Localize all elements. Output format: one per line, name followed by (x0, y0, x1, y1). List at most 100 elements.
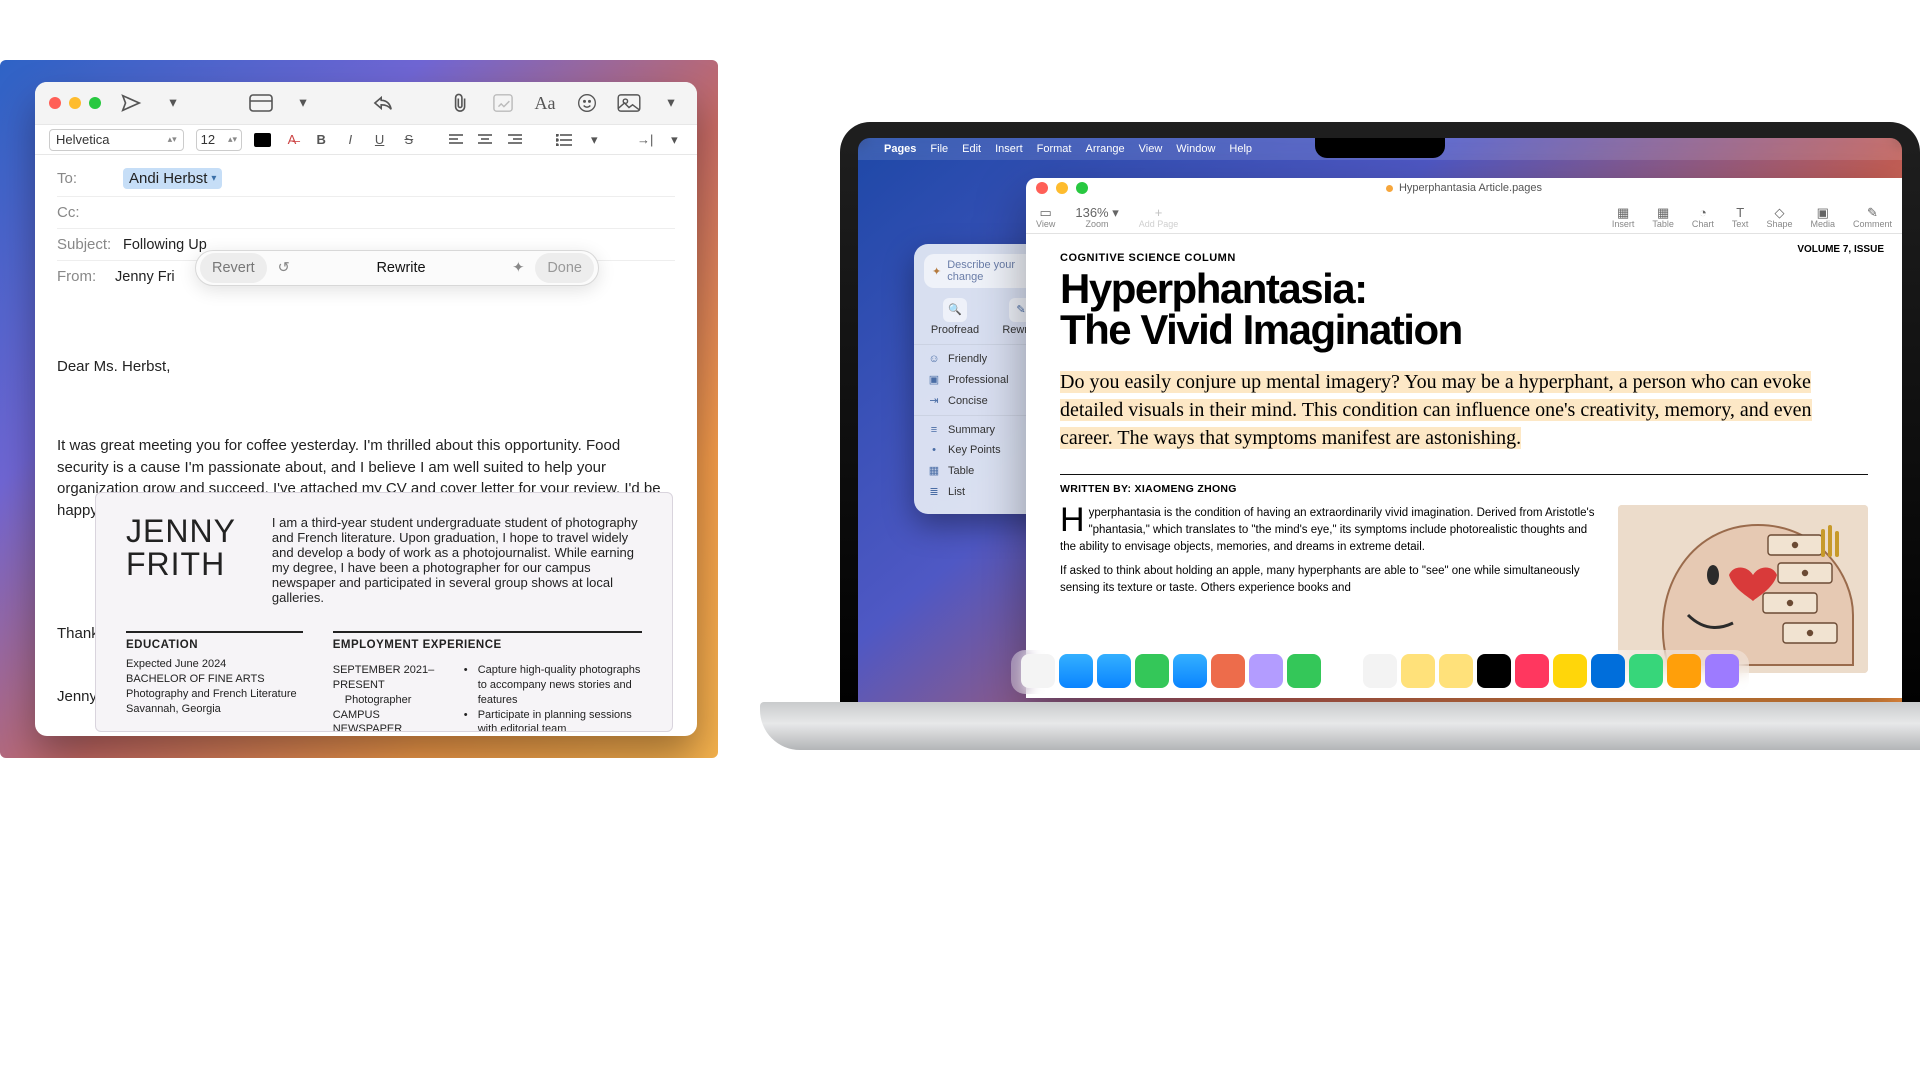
subject-label: Subject: (57, 236, 113, 253)
resume-bullets: Capture high-quality photographs to acco… (464, 663, 642, 732)
underline-icon[interactable]: U (371, 132, 388, 147)
window-traffic-lights[interactable] (1036, 182, 1088, 194)
toolbar-item[interactable]: ▭View (1036, 205, 1055, 229)
to-label: To: (57, 170, 113, 187)
minimize-icon[interactable] (69, 97, 81, 109)
toolbar-item[interactable]: ▣Media (1810, 205, 1835, 229)
window-traffic-lights[interactable] (49, 97, 101, 109)
chevron-down-icon[interactable]: ▾ (659, 91, 683, 115)
menubar-item[interactable]: Format (1037, 143, 1072, 155)
chevron-down-icon[interactable]: ▾ (586, 132, 603, 148)
menubar-item[interactable]: Edit (962, 143, 981, 155)
rewrite-button[interactable]: Rewrite (301, 253, 502, 283)
from-value: Jenny Fri (115, 269, 175, 285)
sparkle-icon[interactable]: ✦ (507, 260, 529, 276)
minimize-icon[interactable] (1056, 182, 1068, 194)
text-color-swatch[interactable] (254, 133, 271, 147)
history-icon[interactable]: ↺ (273, 260, 295, 276)
revert-button[interactable]: Revert (200, 253, 267, 283)
dock-app-freeform[interactable] (1705, 654, 1739, 688)
toolbar-item[interactable]: 136% ▾Zoom (1075, 205, 1118, 229)
send-icon[interactable] (119, 91, 143, 115)
dock-app-appstore[interactable] (1591, 654, 1625, 688)
proofread-icon: 🔍 (943, 298, 967, 322)
zoom-icon[interactable] (1076, 182, 1088, 194)
document-title[interactable]: Hyperphantasia Article.pages (1386, 182, 1542, 194)
close-icon[interactable] (1036, 182, 1048, 194)
resume-attachment[interactable]: JENNY FRITH I am a third-year student un… (95, 492, 673, 732)
dock[interactable] (1011, 650, 1749, 694)
to-row[interactable]: To: Andi Herbst ▾ (57, 161, 675, 197)
dock-app-mail[interactable] (1173, 654, 1207, 688)
proofread-button[interactable]: 🔍 Proofread (925, 298, 985, 336)
photo-icon[interactable] (617, 91, 641, 115)
header-fields-icon[interactable] (249, 91, 273, 115)
indent-icon[interactable]: →| (637, 132, 654, 147)
emoji-icon[interactable] (575, 91, 599, 115)
article-lede: Do you easily conjure up mental imagery?… (1060, 371, 1812, 449)
dock-app-safari[interactable] (1097, 654, 1131, 688)
toolbar-item[interactable]: ▦Insert (1612, 205, 1635, 229)
menubar-item[interactable]: File (930, 143, 948, 155)
menubar-item[interactable]: Pages (884, 143, 916, 155)
menubar-item[interactable]: Arrange (1085, 143, 1124, 155)
clear-format-icon[interactable]: A̶ (283, 132, 300, 147)
dock-app-tv[interactable] (1477, 654, 1511, 688)
dock-app-maps[interactable] (1211, 654, 1245, 688)
toolbar-icon: T (1732, 205, 1749, 219)
dock-app-finder[interactable] (1021, 654, 1055, 688)
dock-app-photos[interactable] (1249, 654, 1283, 688)
done-button[interactable]: Done (535, 253, 594, 283)
font-size-select[interactable]: 12 ▴▾ (196, 129, 242, 151)
dock-app-notes[interactable] (1439, 654, 1473, 688)
dock-app-facetime[interactable] (1287, 654, 1321, 688)
menubar-item[interactable]: Help (1229, 143, 1252, 155)
to-recipient-pill[interactable]: Andi Herbst ▾ (123, 168, 222, 189)
align-left-icon[interactable] (449, 134, 466, 146)
chevron-down-icon[interactable]: ▾ (161, 91, 185, 115)
document-page[interactable]: COGNITIVE SCIENCE COLUMN VOLUME 7, ISSUE… (1026, 234, 1902, 691)
dock-app-launchpad[interactable] (1059, 654, 1093, 688)
reply-icon[interactable] (371, 91, 395, 115)
format-icon[interactable]: Aa (533, 91, 557, 115)
attach-icon[interactable] (449, 91, 473, 115)
align-center-icon[interactable] (478, 134, 495, 146)
tool-icon: ▦ (928, 464, 940, 477)
dock-app-pages[interactable] (1667, 654, 1701, 688)
italic-icon[interactable]: I (342, 132, 359, 147)
menubar-item[interactable]: View (1139, 143, 1163, 155)
toolbar-item[interactable]: ▦Table (1652, 205, 1674, 229)
toolbar-item[interactable]: ✎Comment (1853, 205, 1892, 229)
menubar-item[interactable]: Window (1176, 143, 1215, 155)
dock-app-numbers[interactable] (1629, 654, 1663, 688)
chevron-down-icon[interactable]: ▾ (666, 132, 683, 148)
list-icon[interactable] (556, 134, 573, 146)
dock-app-messages[interactable] (1135, 654, 1169, 688)
chevron-down-icon[interactable]: ▾ (291, 91, 315, 115)
font-select[interactable]: Helvetica ▴▾ (49, 129, 184, 151)
bold-icon[interactable]: B (313, 132, 330, 147)
toolbar-icon: ▭ (1036, 205, 1055, 219)
cc-row[interactable]: Cc: (57, 197, 675, 229)
align-right-icon[interactable] (508, 134, 525, 146)
mail-titlebar: ▾ ▾ Aa ▾ (35, 82, 697, 125)
strike-icon[interactable]: S (400, 132, 417, 147)
updown-icon: ▴▾ (168, 134, 177, 145)
tool-icon: • (928, 444, 940, 456)
dock-app-contacts[interactable] (1363, 654, 1397, 688)
close-icon[interactable] (49, 97, 61, 109)
toolbar-item[interactable]: ◇Shape (1766, 205, 1792, 229)
toolbar-item[interactable]: +Add Page (1139, 205, 1179, 229)
zoom-icon[interactable] (89, 97, 101, 109)
toolbar-item[interactable]: ◔Chart (1692, 205, 1714, 229)
byline: WRITTEN BY: XIAOMENG ZHONG (1060, 483, 1868, 495)
list-item: Expected June 2024 (126, 657, 303, 672)
markup-icon[interactable] (491, 91, 515, 115)
dock-app-keynote[interactable] (1553, 654, 1587, 688)
toolbar-label: Zoom (1075, 219, 1118, 229)
dock-app-reminders[interactable] (1401, 654, 1435, 688)
menubar-item[interactable]: Insert (995, 143, 1023, 155)
dock-app-calendar[interactable] (1325, 654, 1359, 688)
dock-app-music[interactable] (1515, 654, 1549, 688)
toolbar-item[interactable]: TText (1732, 205, 1749, 229)
